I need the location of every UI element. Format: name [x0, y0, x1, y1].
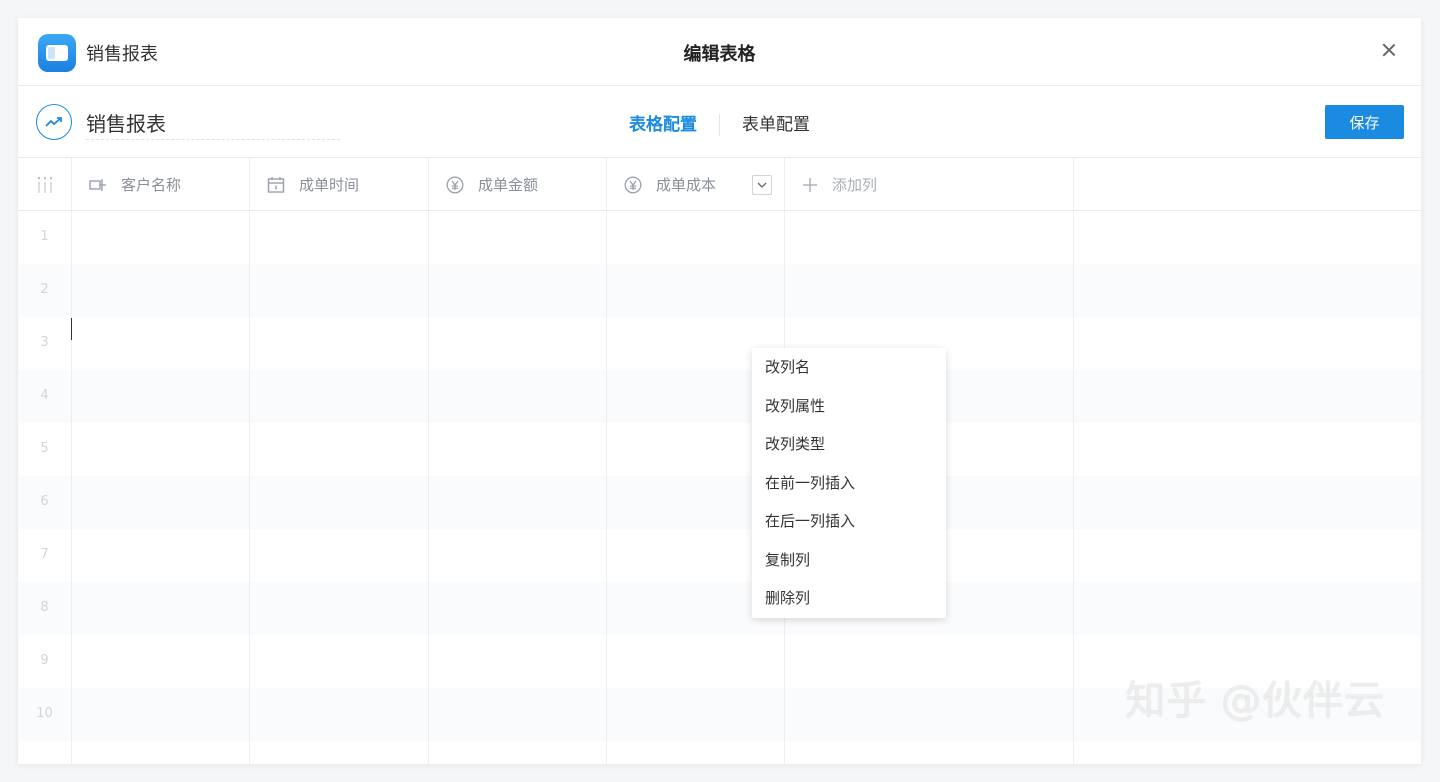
column-divider — [606, 158, 607, 764]
table-row[interactable]: 6 — [18, 476, 1421, 529]
menu-item-duplicate-column[interactable]: 复制列 — [752, 541, 946, 580]
column-label: 成单金额 — [478, 176, 539, 194]
column-label: 客户名称 — [121, 176, 182, 194]
column-header-customer-name[interactable]: 客户名称 — [71, 158, 249, 211]
table-row[interactable]: 2 — [18, 264, 1421, 317]
row-number: 5 — [40, 441, 49, 456]
row-number: 10 — [36, 706, 53, 721]
menu-item-insert-before[interactable]: 在前一列插入 — [752, 464, 946, 503]
chevron-down-icon[interactable] — [752, 175, 772, 195]
text-field-icon — [89, 178, 107, 192]
column-divider — [428, 158, 429, 764]
menu-item-change-column-type[interactable]: 改列类型 — [752, 425, 946, 464]
table-row[interactable]: 1 — [18, 211, 1421, 264]
menu-item-column-properties[interactable]: 改列属性 — [752, 387, 946, 426]
row-number: 2 — [40, 282, 49, 297]
save-button[interactable]: 保存 — [1325, 105, 1404, 139]
row-number: 9 — [40, 653, 49, 668]
column-divider — [249, 158, 250, 764]
row-number: 7 — [40, 547, 49, 562]
table-row[interactable]: 4 — [18, 370, 1421, 423]
row-number: 1 — [40, 229, 49, 244]
menu-item-delete-column[interactable]: 删除列 — [752, 579, 946, 618]
row-drag-handle[interactable] — [18, 158, 71, 211]
toolbar: 销售报表 表格配置 表单配置 保存 — [18, 86, 1421, 158]
column-header-deal-time[interactable]: 成单时间 — [249, 158, 428, 211]
table-row[interactable]: 7 — [18, 529, 1421, 582]
plus-icon — [802, 177, 818, 193]
tab-form-config[interactable]: 表单配置 — [730, 110, 822, 135]
title-bar: 销售报表 编辑表格 — [18, 18, 1421, 86]
column-divider — [1073, 158, 1074, 764]
app-name: 销售报表 — [86, 44, 158, 65]
add-column-label: 添加列 — [832, 176, 878, 194]
add-column-button[interactable]: 添加列 — [784, 158, 1073, 211]
close-icon[interactable] — [1379, 40, 1399, 60]
row-number: 4 — [40, 388, 49, 403]
yen-icon — [446, 176, 464, 194]
tab-divider — [719, 114, 720, 136]
column-divider — [71, 158, 72, 764]
report-name-input[interactable]: 销售报表 — [86, 108, 340, 140]
calendar-icon — [267, 176, 285, 194]
menu-item-rename-column[interactable]: 改列名 — [752, 348, 946, 387]
column-label: 成单成本 — [656, 176, 717, 194]
column-header-deal-amount[interactable]: 成单金额 — [428, 158, 606, 211]
column-label: 成单时间 — [299, 176, 360, 194]
yen-icon — [624, 176, 642, 194]
edit-table-dialog: 销售报表 编辑表格 销售报表 表格配置 表单配置 保存 1 2 3 4 5 6 7 8 9 10 客… — [18, 18, 1421, 764]
table-row[interactable]: 5 — [18, 423, 1421, 476]
watermark: 知乎 @伙伴云 — [1125, 678, 1385, 724]
column-menu: 改列名 改列属性 改列类型 在前一列插入 在后一列插入 复制列 删除列 — [752, 348, 946, 618]
row-number: 8 — [40, 600, 49, 615]
row-number: 3 — [40, 335, 49, 350]
app-icon — [38, 34, 76, 72]
table-row[interactable]: 3 — [18, 317, 1421, 370]
menu-item-insert-after[interactable]: 在后一列插入 — [752, 502, 946, 541]
table-row[interactable]: 8 — [18, 582, 1421, 635]
tab-table-config[interactable]: 表格配置 — [617, 110, 709, 135]
dialog-title: 编辑表格 — [683, 44, 756, 65]
trend-chart-icon — [36, 104, 72, 140]
header-row: 客户名称 成单时间 成单金额 成单成本 添加列 — [18, 158, 1421, 211]
row-number: 6 — [40, 494, 49, 509]
text-caret — [71, 318, 72, 340]
